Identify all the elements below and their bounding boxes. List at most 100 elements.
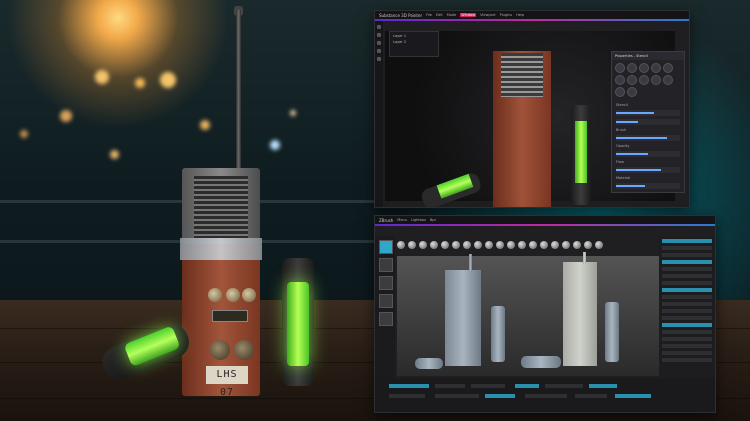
sculpt-tube-lying [521, 356, 561, 368]
zbrush-window: ZBrush Menu Lightbox Bpr [374, 215, 716, 413]
texture-icon[interactable] [379, 258, 393, 272]
panel-slider[interactable] [616, 119, 680, 125]
panel-slider[interactable] [616, 151, 680, 157]
menu-item-help[interactable]: Help [516, 13, 524, 17]
radio-knob [226, 288, 240, 302]
brush-shelf [397, 238, 669, 252]
brush-icon[interactable] [441, 241, 449, 249]
menu-item-mode[interactable]: Mode [447, 13, 457, 17]
menu-item[interactable]: Menu [397, 218, 407, 222]
duct-tape [180, 238, 262, 260]
bokeh-light [160, 72, 176, 88]
section-label: Material [616, 176, 631, 180]
layer-panel: Layer 1 Layer 2 [389, 31, 439, 57]
brush-preset-icon[interactable] [651, 75, 661, 85]
accent-strip [375, 224, 715, 226]
alpha-icon[interactable] [379, 276, 393, 290]
brush-icon[interactable] [595, 241, 603, 249]
panel-slider[interactable] [616, 135, 680, 141]
brush-icon[interactable] [408, 241, 416, 249]
panel-slider[interactable] [616, 167, 680, 173]
layer-item[interactable]: Layer 2 [393, 40, 435, 44]
sculpt-antenna [583, 252, 586, 264]
section-label: Opacity [616, 144, 630, 148]
model-radio-grille [501, 53, 543, 97]
brush-preset-icon[interactable] [651, 63, 661, 73]
brush-icon[interactable] [496, 241, 504, 249]
zbrush-right-tray [659, 236, 715, 378]
brush-preset-icon[interactable] [615, 63, 625, 73]
section-label: Brush [616, 128, 627, 132]
brush-icon[interactable] [419, 241, 427, 249]
menu-item-edit[interactable]: Edit [436, 13, 443, 17]
radio-display [212, 310, 248, 322]
zbrush-menu: Menu Lightbox Bpr [397, 218, 440, 222]
panel-title: Properties - Stencil [612, 52, 684, 60]
stroke-icon[interactable] [379, 294, 393, 308]
menu-item[interactable]: Lightbox [411, 218, 426, 222]
speaker-grille [194, 176, 248, 238]
brush-icon[interactable] [529, 241, 537, 249]
radio-dial [210, 340, 230, 360]
brush-preset-icon[interactable] [627, 63, 637, 73]
section-label: Flow [616, 160, 624, 164]
sculpt-tube-lying [415, 358, 443, 369]
menu-item-viewport[interactable]: Viewport [480, 13, 495, 17]
picker-tool-icon[interactable] [377, 57, 381, 61]
brush-preset-icon[interactable] [615, 87, 625, 97]
fill-tool-icon[interactable] [377, 49, 381, 53]
bokeh-light [200, 120, 210, 130]
accent-strip [375, 19, 689, 21]
brush-preset-icon[interactable] [639, 63, 649, 73]
sculpt-radio-gray [445, 270, 481, 366]
painter-menu: File Edit Mode Window Viewport Plugins H… [426, 13, 528, 17]
brush-icon[interactable] [507, 241, 515, 249]
menu-item[interactable]: Bpr [430, 218, 436, 222]
brush-icon[interactable] [430, 241, 438, 249]
brush-icon[interactable] [518, 241, 526, 249]
material-icon[interactable] [379, 240, 393, 254]
glow-tube-glass [287, 282, 309, 366]
radio-tag: LHS 07 [206, 366, 248, 398]
brush-icon[interactable] [573, 241, 581, 249]
brush-preset-icon[interactable] [663, 75, 673, 85]
eraser-tool-icon[interactable] [377, 33, 381, 37]
color-swatch-icon[interactable] [379, 312, 393, 326]
bokeh-light [270, 140, 280, 150]
properties-panel: Properties - Stencil Stencil Brush Opaci… [611, 51, 685, 193]
brush-icon[interactable] [397, 241, 405, 249]
brush-icon[interactable] [452, 241, 460, 249]
projection-tool-icon[interactable] [377, 41, 381, 45]
zbrush-canvas[interactable] [397, 252, 659, 376]
brush-icon[interactable] [584, 241, 592, 249]
painter-app-name: Substance 3D Painter [379, 12, 423, 18]
brush-preset-icon[interactable] [627, 87, 637, 97]
menu-item-plugins[interactable]: Plugins [500, 13, 513, 17]
brush-icon[interactable] [485, 241, 493, 249]
section-label: Stencil [616, 103, 628, 107]
menu-item-window[interactable]: Window [460, 13, 477, 17]
brush-icon[interactable] [551, 241, 559, 249]
radio-dial [234, 340, 254, 360]
painter-titlebar: Substance 3D Painter File Edit Mode Wind… [375, 11, 689, 19]
layer-item[interactable]: Layer 1 [393, 34, 435, 38]
radio-knob [242, 288, 256, 302]
bokeh-light [95, 70, 109, 84]
brush-icon[interactable] [540, 241, 548, 249]
brush-tool-icon[interactable] [377, 25, 381, 29]
zbrush-app-name: ZBrush [379, 217, 394, 223]
brush-preset-icon[interactable] [663, 63, 673, 73]
bokeh-light [110, 150, 119, 159]
brush-icon[interactable] [463, 241, 471, 249]
panel-slider[interactable] [616, 110, 680, 116]
menu-item-file[interactable]: File [426, 13, 432, 17]
panel-slider[interactable] [616, 183, 680, 189]
brush-icon[interactable] [562, 241, 570, 249]
brush-preset-icon[interactable] [639, 75, 649, 85]
brush-icon[interactable] [474, 241, 482, 249]
bokeh-light [60, 110, 72, 122]
swatch-grid [612, 60, 684, 100]
brush-preset-icon[interactable] [627, 75, 637, 85]
painter-window: Substance 3D Painter File Edit Mode Wind… [374, 10, 690, 208]
brush-preset-icon[interactable] [615, 75, 625, 85]
